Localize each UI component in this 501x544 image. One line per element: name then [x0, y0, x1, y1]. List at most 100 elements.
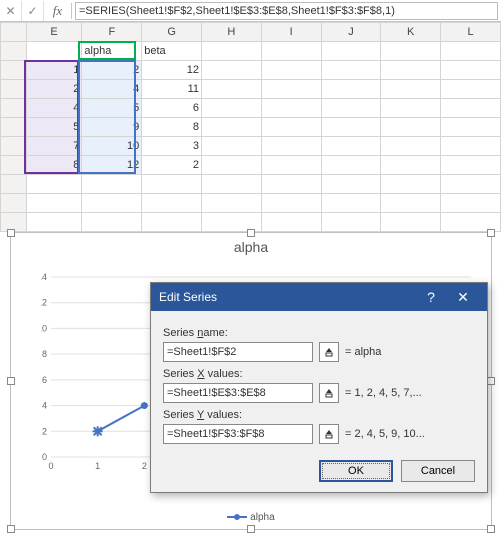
chart-resize-handle[interactable] — [7, 525, 15, 533]
cell[interactable] — [441, 194, 501, 213]
cell[interactable] — [201, 137, 261, 156]
cell[interactable] — [261, 213, 321, 232]
cancel-button[interactable]: Cancel — [401, 460, 475, 482]
column-header[interactable]: E — [26, 23, 82, 42]
column-header[interactable]: F — [82, 23, 142, 42]
cell[interactable] — [261, 194, 321, 213]
cell[interactable]: 3 — [142, 137, 202, 156]
cell[interactable] — [381, 175, 441, 194]
cell[interactable] — [381, 213, 441, 232]
row-header[interactable] — [1, 137, 27, 156]
cell[interactable] — [381, 42, 441, 61]
row-header[interactable] — [1, 156, 27, 175]
chart-resize-handle[interactable] — [247, 229, 255, 237]
cell[interactable]: 8 — [142, 118, 202, 137]
cell[interactable]: 12 — [82, 156, 142, 175]
cell[interactable] — [441, 99, 501, 118]
collapse-dialog-icon[interactable] — [319, 383, 339, 403]
chart-resize-handle[interactable] — [7, 377, 15, 385]
cell[interactable] — [201, 156, 261, 175]
cell[interactable] — [142, 194, 202, 213]
cell[interactable]: 9 — [82, 118, 142, 137]
cell[interactable] — [261, 42, 321, 61]
cell[interactable] — [261, 99, 321, 118]
formula-cancel-icon[interactable]: ✕ — [0, 1, 22, 21]
cell[interactable]: beta — [142, 42, 202, 61]
cell[interactable]: 5 — [26, 118, 82, 137]
collapse-dialog-icon[interactable] — [319, 424, 339, 444]
series-x-input[interactable]: =Sheet1!$E$3:$E$8 — [163, 383, 313, 403]
collapse-dialog-icon[interactable] — [319, 342, 339, 362]
column-header[interactable]: G — [142, 23, 202, 42]
cell[interactable] — [381, 137, 441, 156]
cell[interactable] — [82, 194, 142, 213]
select-all-corner[interactable] — [1, 23, 27, 42]
ok-button[interactable]: OK — [319, 460, 393, 482]
cell[interactable] — [321, 42, 381, 61]
cell[interactable] — [381, 61, 441, 80]
cell[interactable] — [381, 99, 441, 118]
dialog-close-icon[interactable]: ✕ — [447, 289, 479, 306]
cell[interactable] — [321, 213, 381, 232]
cell[interactable] — [26, 42, 82, 61]
cell[interactable] — [26, 213, 82, 232]
dialog-help-icon[interactable]: ? — [415, 289, 447, 305]
cell[interactable]: 6 — [142, 99, 202, 118]
cell[interactable]: 7 — [26, 137, 82, 156]
cell[interactable] — [261, 175, 321, 194]
cell[interactable] — [321, 156, 381, 175]
cell[interactable]: 1 — [26, 61, 82, 80]
cell[interactable] — [201, 99, 261, 118]
cell[interactable]: 2 — [82, 61, 142, 80]
cell[interactable] — [381, 80, 441, 99]
cell[interactable] — [441, 137, 501, 156]
column-header[interactable]: J — [321, 23, 381, 42]
cell[interactable] — [201, 194, 261, 213]
cell[interactable]: alpha — [82, 42, 142, 61]
cell[interactable] — [381, 156, 441, 175]
cell[interactable] — [261, 61, 321, 80]
cell[interactable]: 4 — [82, 80, 142, 99]
cell[interactable] — [201, 42, 261, 61]
cell[interactable] — [381, 118, 441, 137]
cell[interactable] — [201, 80, 261, 99]
cell[interactable] — [201, 175, 261, 194]
chart-resize-handle[interactable] — [247, 525, 255, 533]
cell[interactable] — [82, 213, 142, 232]
row-header[interactable] — [1, 99, 27, 118]
cell[interactable] — [261, 80, 321, 99]
cell[interactable] — [441, 61, 501, 80]
dialog-titlebar[interactable]: Edit Series ? ✕ — [151, 283, 487, 311]
cell[interactable] — [142, 213, 202, 232]
row-header[interactable] — [1, 175, 27, 194]
row-header[interactable] — [1, 118, 27, 137]
fx-label[interactable]: fx — [44, 3, 72, 19]
chart-resize-handle[interactable] — [487, 377, 495, 385]
series-name-input[interactable]: =Sheet1!$F$2 — [163, 342, 313, 362]
cell[interactable]: 12 — [142, 61, 202, 80]
cell[interactable] — [321, 137, 381, 156]
column-header[interactable]: K — [381, 23, 441, 42]
cell[interactable] — [26, 194, 82, 213]
cell[interactable] — [321, 99, 381, 118]
cell[interactable]: 4 — [26, 99, 82, 118]
cell[interactable]: 11 — [142, 80, 202, 99]
cell[interactable]: 2 — [142, 156, 202, 175]
cell[interactable] — [321, 118, 381, 137]
cell[interactable] — [201, 118, 261, 137]
row-header[interactable] — [1, 42, 27, 61]
cell[interactable] — [321, 80, 381, 99]
cell[interactable] — [321, 61, 381, 80]
chart-legend[interactable]: alpha — [11, 512, 491, 523]
chart-resize-handle[interactable] — [7, 229, 15, 237]
cell[interactable] — [261, 118, 321, 137]
column-header[interactable]: I — [261, 23, 321, 42]
cell[interactable] — [441, 156, 501, 175]
formula-accept-icon[interactable]: ✓ — [22, 1, 44, 21]
cell[interactable] — [142, 175, 202, 194]
spreadsheet-grid[interactable]: EFGHIJKL alphabeta1212241145659871038122 — [0, 22, 501, 232]
cell[interactable]: 5 — [82, 99, 142, 118]
cell[interactable] — [441, 175, 501, 194]
row-header[interactable] — [1, 194, 27, 213]
cell[interactable] — [261, 156, 321, 175]
